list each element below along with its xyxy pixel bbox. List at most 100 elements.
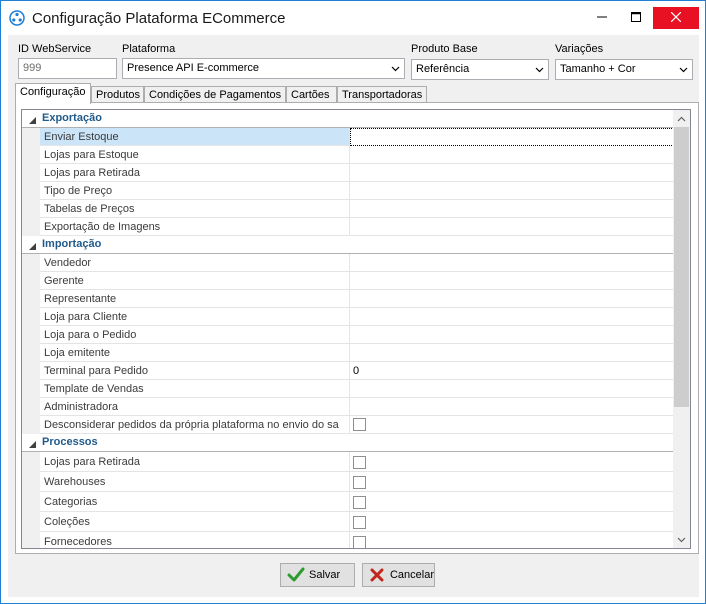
property-name[interactable]: Exportação de Imagens xyxy=(40,218,350,236)
property-value[interactable] xyxy=(350,512,674,532)
row-gutter xyxy=(22,380,40,398)
save-button[interactable]: Salvar xyxy=(280,563,355,587)
property-value[interactable] xyxy=(350,182,674,200)
vertical-scrollbar[interactable] xyxy=(673,110,690,548)
property-name[interactable]: Warehouses xyxy=(40,472,350,492)
variacoes-label: Variações xyxy=(555,43,604,55)
property-row[interactable]: Enviar Estoque xyxy=(22,128,674,146)
property-row[interactable]: Administradora xyxy=(22,398,674,416)
property-row[interactable]: Tabelas de Preços xyxy=(22,200,674,218)
property-name[interactable]: Loja para o Pedido xyxy=(40,326,350,344)
cancel-button[interactable]: Cancelar xyxy=(362,563,435,587)
property-name[interactable]: Categorias xyxy=(40,492,350,512)
property-value[interactable] xyxy=(350,380,674,398)
property-value[interactable] xyxy=(350,146,674,164)
property-name[interactable]: Vendedor xyxy=(40,254,350,272)
property-name[interactable]: Desconsiderar pedidos da própria platafo… xyxy=(40,416,350,434)
property-value[interactable] xyxy=(350,398,674,416)
collapse-triangle-icon[interactable] xyxy=(29,115,36,124)
property-name[interactable]: Lojas para Estoque xyxy=(40,146,350,164)
property-row[interactable]: Lojas para Retirada xyxy=(22,164,674,182)
property-row[interactable]: Terminal para Pedido 0 xyxy=(22,362,674,380)
property-row[interactable]: Gerente xyxy=(22,272,674,290)
checkmark-icon xyxy=(287,566,305,584)
property-row[interactable]: Loja para o Pedido xyxy=(22,326,674,344)
variacoes-select[interactable]: Tamanho + Cor xyxy=(555,59,693,80)
property-row[interactable]: Lojas para Retirada xyxy=(22,452,674,472)
property-value[interactable] xyxy=(350,200,674,218)
property-value[interactable] xyxy=(350,344,674,362)
chevron-up-icon xyxy=(677,113,686,125)
property-value[interactable] xyxy=(350,128,674,146)
property-value[interactable] xyxy=(350,472,674,492)
property-checkbox[interactable] xyxy=(353,496,366,509)
property-value[interactable] xyxy=(350,308,674,326)
property-row[interactable]: Categorias xyxy=(22,492,674,512)
category-row[interactable]: Exportação xyxy=(22,110,674,128)
property-name[interactable]: Administradora xyxy=(40,398,350,416)
property-name[interactable]: Representante xyxy=(40,290,350,308)
property-value[interactable] xyxy=(350,272,674,290)
property-row[interactable]: Tipo de Preço xyxy=(22,182,674,200)
property-value[interactable] xyxy=(350,416,674,434)
property-row[interactable]: Lojas para Estoque xyxy=(22,146,674,164)
property-row[interactable]: Loja emitente xyxy=(22,344,674,362)
property-name[interactable]: Coleções xyxy=(40,512,350,532)
property-value[interactable] xyxy=(350,254,674,272)
property-name[interactable]: Template de Vendas xyxy=(40,380,350,398)
minimize-button[interactable] xyxy=(585,7,619,29)
property-row[interactable]: Loja para Cliente xyxy=(22,308,674,326)
property-checkbox[interactable] xyxy=(353,516,366,529)
property-grid[interactable]: Exportação Enviar Estoque Lojas para Estoq… xyxy=(21,109,691,549)
property-name[interactable]: Lojas para Retirada xyxy=(40,452,350,472)
property-value[interactable]: 0 xyxy=(350,362,674,380)
property-checkbox[interactable] xyxy=(353,418,366,431)
scroll-up-button[interactable] xyxy=(673,110,690,127)
property-name[interactable]: Loja emitente xyxy=(40,344,350,362)
property-value[interactable] xyxy=(350,492,674,512)
row-gutter xyxy=(22,416,40,434)
property-row[interactable]: Desconsiderar pedidos da própria platafo… xyxy=(22,416,674,434)
window-title: Configuração Plataforma ECommerce xyxy=(32,10,286,27)
id-webservice-input[interactable]: 999 xyxy=(18,58,117,79)
property-name[interactable]: Lojas para Retirada xyxy=(40,164,350,182)
category-row[interactable]: Processos xyxy=(22,434,674,452)
property-row[interactable]: Representante xyxy=(22,290,674,308)
scroll-down-button[interactable] xyxy=(673,531,690,548)
property-value[interactable] xyxy=(350,532,674,548)
produto-base-select[interactable]: Referência xyxy=(411,59,549,80)
property-name[interactable]: Tabelas de Preços xyxy=(40,200,350,218)
row-gutter xyxy=(22,398,40,416)
property-value[interactable] xyxy=(350,218,674,236)
property-name[interactable]: Gerente xyxy=(40,272,350,290)
property-checkbox[interactable] xyxy=(353,476,366,489)
property-row[interactable]: Template de Vendas xyxy=(22,380,674,398)
property-checkbox[interactable] xyxy=(353,456,366,469)
property-name[interactable]: Loja para Cliente xyxy=(40,308,350,326)
property-row[interactable]: Warehouses xyxy=(22,472,674,492)
close-button[interactable] xyxy=(653,7,699,29)
category-row[interactable]: Importação xyxy=(22,236,674,254)
property-checkbox[interactable] xyxy=(353,536,366,548)
title-bar[interactable]: Configuração Plataforma ECommerce xyxy=(1,1,705,35)
property-name[interactable]: Terminal para Pedido xyxy=(40,362,350,380)
property-row[interactable]: Vendedor xyxy=(22,254,674,272)
property-value[interactable] xyxy=(350,290,674,308)
scrollbar-thumb[interactable] xyxy=(674,127,689,407)
maximize-button[interactable] xyxy=(619,7,653,29)
property-name[interactable]: Tipo de Preço xyxy=(40,182,350,200)
property-value[interactable] xyxy=(350,164,674,182)
property-row[interactable]: Exportação de Imagens xyxy=(22,218,674,236)
property-value[interactable] xyxy=(350,326,674,344)
collapse-triangle-icon[interactable] xyxy=(29,241,36,250)
property-row[interactable]: Fornecedores xyxy=(22,532,674,548)
plataforma-select[interactable]: Presence API E-commerce xyxy=(122,58,405,79)
property-value[interactable] xyxy=(350,452,674,472)
app-icon xyxy=(9,10,25,26)
property-name[interactable]: Enviar Estoque xyxy=(40,128,350,146)
tab-configuracao[interactable]: Configuração xyxy=(15,83,91,104)
collapse-triangle-icon[interactable] xyxy=(29,439,36,448)
property-row[interactable]: Coleções xyxy=(22,512,674,532)
row-gutter xyxy=(22,200,40,218)
property-name[interactable]: Fornecedores xyxy=(40,532,350,548)
